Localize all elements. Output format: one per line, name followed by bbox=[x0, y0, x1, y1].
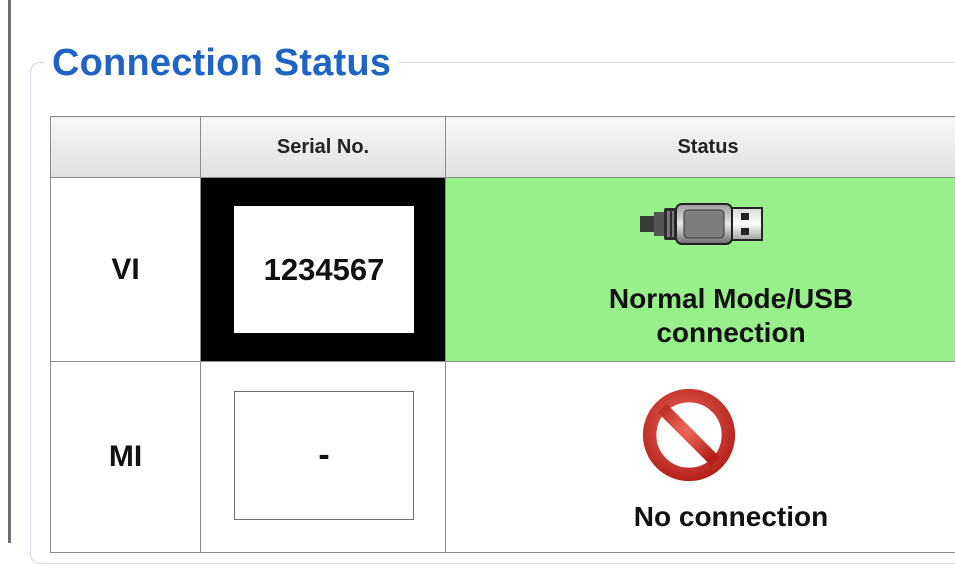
serial-number-vi: 1234567 bbox=[234, 206, 414, 333]
serial-column-header: Serial No. bbox=[201, 117, 446, 178]
status-cell-vi: Normal Mode/USB connection bbox=[446, 178, 955, 362]
device-column-header bbox=[51, 117, 201, 178]
serial-number-mi: - bbox=[234, 391, 414, 520]
status-cell-mi: No connection bbox=[446, 362, 955, 553]
device-label-vi: VI bbox=[51, 178, 201, 362]
usb-plug-icon bbox=[638, 198, 768, 250]
table-row-mi[interactable]: MI - No connection bbox=[51, 362, 955, 553]
serial-cell-mi[interactable]: - bbox=[201, 362, 446, 553]
panel-title: Connection Status bbox=[44, 40, 399, 86]
device-label-mi: MI bbox=[51, 362, 201, 553]
no-symbol-icon bbox=[641, 387, 737, 483]
table-row-vi[interactable]: VI 1234567 bbox=[51, 178, 955, 362]
left-divider bbox=[8, 0, 11, 543]
status-text-vi: Normal Mode/USB connection bbox=[566, 282, 896, 350]
serial-cell-vi[interactable]: 1234567 bbox=[201, 178, 446, 362]
connection-status-table: Serial No. Status VI 1234567 bbox=[50, 116, 955, 553]
status-text-mi: No connection bbox=[566, 500, 896, 534]
table-header-row: Serial No. Status bbox=[51, 117, 955, 178]
status-column-header: Status bbox=[446, 117, 955, 178]
